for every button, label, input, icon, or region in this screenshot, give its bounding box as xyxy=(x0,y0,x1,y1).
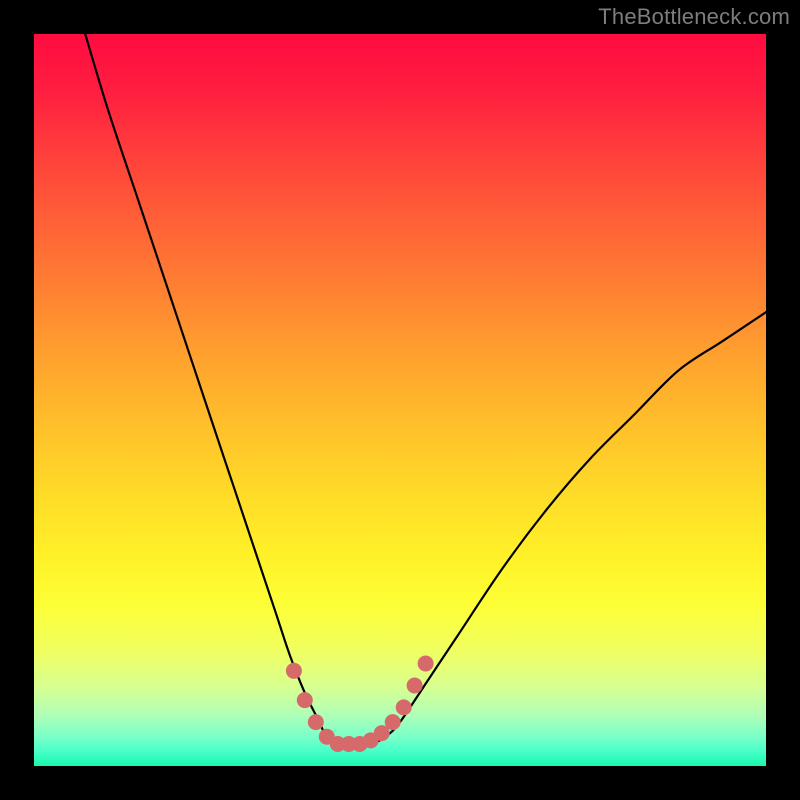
marker-dot xyxy=(418,656,434,672)
marker-dot xyxy=(286,663,302,679)
marker-dot xyxy=(297,692,313,708)
watermark-text: TheBottleneck.com xyxy=(598,4,790,30)
chart-plot-area xyxy=(34,34,766,766)
bottleneck-curve xyxy=(85,34,766,745)
chart-frame: TheBottleneck.com xyxy=(0,0,800,800)
marker-dot xyxy=(308,714,324,730)
marker-dot xyxy=(407,678,423,694)
marker-dot xyxy=(385,714,401,730)
marker-dot xyxy=(396,699,412,715)
chart-svg xyxy=(34,34,766,766)
